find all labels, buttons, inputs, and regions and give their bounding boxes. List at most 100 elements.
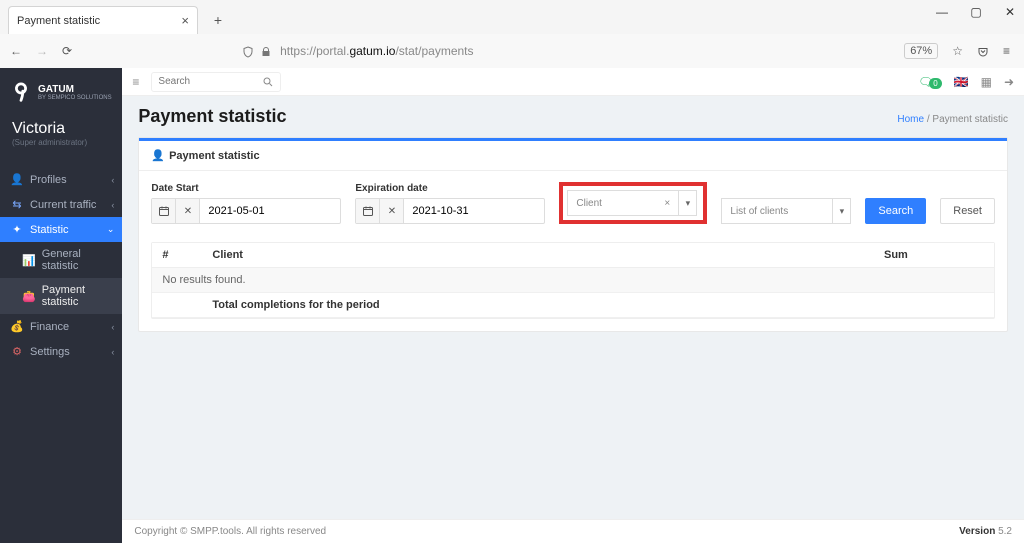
sidebar-item-finance[interactable]: 💰 Finance ‹ (0, 314, 122, 339)
sidebar-item-general-statistic[interactable]: 📊 General statistic (0, 242, 122, 278)
sidebar-item-payment-statistic[interactable]: 👛 Payment statistic (0, 278, 122, 314)
sidebar-item-label: Settings (30, 346, 70, 358)
client-select[interactable]: Client × ▾ (567, 190, 697, 216)
tab-title: Payment statistic (17, 15, 100, 27)
sidebar-item-profiles[interactable]: 👤 Profiles ‹ (0, 167, 122, 192)
sidebar-item-traffic[interactable]: ⇆ Current traffic ‹ (0, 192, 122, 217)
sidebar-item-label: Statistic (30, 224, 69, 236)
brand-sub: BY SEMPICO SOLUTIONS (38, 95, 112, 101)
brand-logo: GATUM BY SEMPICO SOLUTIONS (0, 68, 122, 110)
table-total-row: Total completions for the period (152, 293, 994, 318)
date-start-input[interactable] (200, 201, 340, 221)
client-select-placeholder: Client (568, 198, 664, 209)
close-tab-icon[interactable]: × (181, 13, 189, 28)
search-icon[interactable] (262, 75, 274, 89)
calendar-icon[interactable] (152, 199, 176, 223)
payment-icon: 👛 (22, 290, 36, 303)
lock-icon[interactable] (260, 44, 272, 58)
date-end-group: ✕ (355, 198, 545, 224)
user-icon: 👤 (10, 173, 24, 186)
calendar-icon[interactable] (356, 199, 380, 223)
breadcrumb: Home / Payment statistic (897, 114, 1008, 125)
url-path: /stat/payments (395, 44, 473, 58)
maximize-window-button[interactable]: ▢ (968, 4, 984, 20)
main-content: ≡ 🗨0 🇬🇧 ▦ ➜ Payment statistic Home / (122, 68, 1024, 543)
url-prefix: https://portal. (280, 44, 349, 58)
sidebar-item-label: Profiles (30, 174, 67, 186)
breadcrumb-home-link[interactable]: Home (897, 114, 924, 125)
panel-title: 👤 Payment statistic (139, 138, 1007, 171)
date-start-label: Date Start (151, 183, 341, 194)
chevron-down-icon[interactable]: ▾ (832, 199, 850, 223)
topbar: ≡ 🗨0 🇬🇧 ▦ ➜ (122, 68, 1024, 96)
clear-date-end-button[interactable]: ✕ (380, 199, 404, 223)
client-select-highlight: Client × ▾ (559, 182, 707, 224)
filter-panel: 👤 Payment statistic Date Start ✕ (138, 137, 1008, 332)
flag-icon[interactable]: 🇬🇧 (954, 75, 969, 89)
date-start-group: ✕ (151, 198, 341, 224)
clients-list-placeholder: List of clients (722, 206, 832, 217)
notifications-icon[interactable]: 🗨0 (918, 75, 942, 89)
back-button[interactable]: ← (10, 44, 22, 58)
footer-copyright: Copyright © SMPP.tools. All rights reser… (134, 526, 326, 537)
version-label: Version (959, 526, 995, 537)
settings-icon: ⚙ (10, 345, 24, 358)
apps-grid-icon[interactable]: ▦ (981, 75, 992, 89)
date-end-input[interactable] (404, 201, 544, 221)
zoom-indicator[interactable]: 67% (904, 43, 938, 59)
chevron-left-icon: ‹ (111, 200, 114, 210)
col-sum: Sum (874, 243, 994, 268)
user-name: Victoria (12, 120, 110, 138)
sidebar-toggle-button[interactable]: ≡ (132, 75, 139, 89)
logout-icon[interactable]: ➜ (1004, 75, 1014, 89)
reset-button[interactable]: Reset (940, 198, 995, 224)
minimize-window-button[interactable]: — (934, 4, 950, 20)
sidebar-item-label: General statistic (42, 248, 113, 272)
shield-icon[interactable] (242, 44, 254, 58)
new-tab-button[interactable]: + (206, 8, 230, 32)
browser-chrome: Payment statistic × + — ▢ ✕ ← → ⟳ (0, 0, 1024, 68)
brand-name: GATUM (38, 85, 112, 95)
forward-button[interactable]: → (36, 44, 48, 58)
date-end-label: Expiration date (355, 183, 545, 194)
menu-icon[interactable]: ≡ (1003, 44, 1010, 58)
clients-list-select[interactable]: List of clients ▾ (721, 198, 851, 224)
chevron-left-icon: ‹ (111, 347, 114, 357)
pocket-icon[interactable] (977, 44, 989, 58)
total-label: Total completions for the period (202, 293, 874, 318)
sidebar-menu: 👤 Profiles ‹ ⇆ Current traffic ‹ ✦ Stati… (0, 167, 122, 364)
chart-icon: 📊 (22, 254, 36, 267)
sidebar: GATUM BY SEMPICO SOLUTIONS Victoria (Sup… (0, 68, 122, 543)
address-bar[interactable]: https://portal.gatum.io/stat/payments (280, 44, 473, 58)
version-value: 5.2 (998, 526, 1012, 537)
search-input[interactable] (158, 76, 258, 87)
sidebar-item-settings[interactable]: ⚙ Settings ‹ (0, 339, 122, 364)
sidebar-item-label: Payment statistic (42, 284, 113, 308)
person-icon: 👤 (151, 149, 165, 162)
close-window-button[interactable]: ✕ (1002, 4, 1018, 20)
breadcrumb-current: Payment statistic (932, 114, 1008, 125)
finance-icon: 💰 (10, 320, 24, 333)
clear-client-icon[interactable]: × (664, 198, 678, 209)
reload-button[interactable]: ⟳ (62, 44, 72, 58)
chevron-down-icon[interactable]: ▾ (678, 191, 696, 215)
search-button[interactable]: Search (865, 198, 926, 224)
chevron-left-icon: ‹ (111, 322, 114, 332)
stat-icon: ✦ (10, 223, 24, 236)
chevron-left-icon: ‹ (111, 175, 114, 185)
sidebar-item-label: Current traffic (30, 199, 96, 211)
bookmark-star-icon[interactable]: ☆ (952, 44, 963, 58)
topbar-search[interactable] (151, 72, 281, 92)
empty-message: No results found. (152, 268, 994, 293)
sidebar-item-label: Finance (30, 321, 69, 333)
page-title: Payment statistic (138, 106, 286, 127)
logo-icon (10, 82, 32, 104)
clear-date-start-button[interactable]: ✕ (176, 199, 200, 223)
notif-count: 0 (929, 78, 941, 89)
browser-tab[interactable]: Payment statistic × (8, 6, 198, 34)
sidebar-item-statistic[interactable]: ✦ Statistic ⌄ (0, 217, 122, 242)
table-empty-row: No results found. (152, 268, 994, 293)
footer: Copyright © SMPP.tools. All rights reser… (122, 519, 1024, 543)
chevron-down-icon: ⌄ (107, 224, 115, 235)
col-num: # (152, 243, 202, 268)
